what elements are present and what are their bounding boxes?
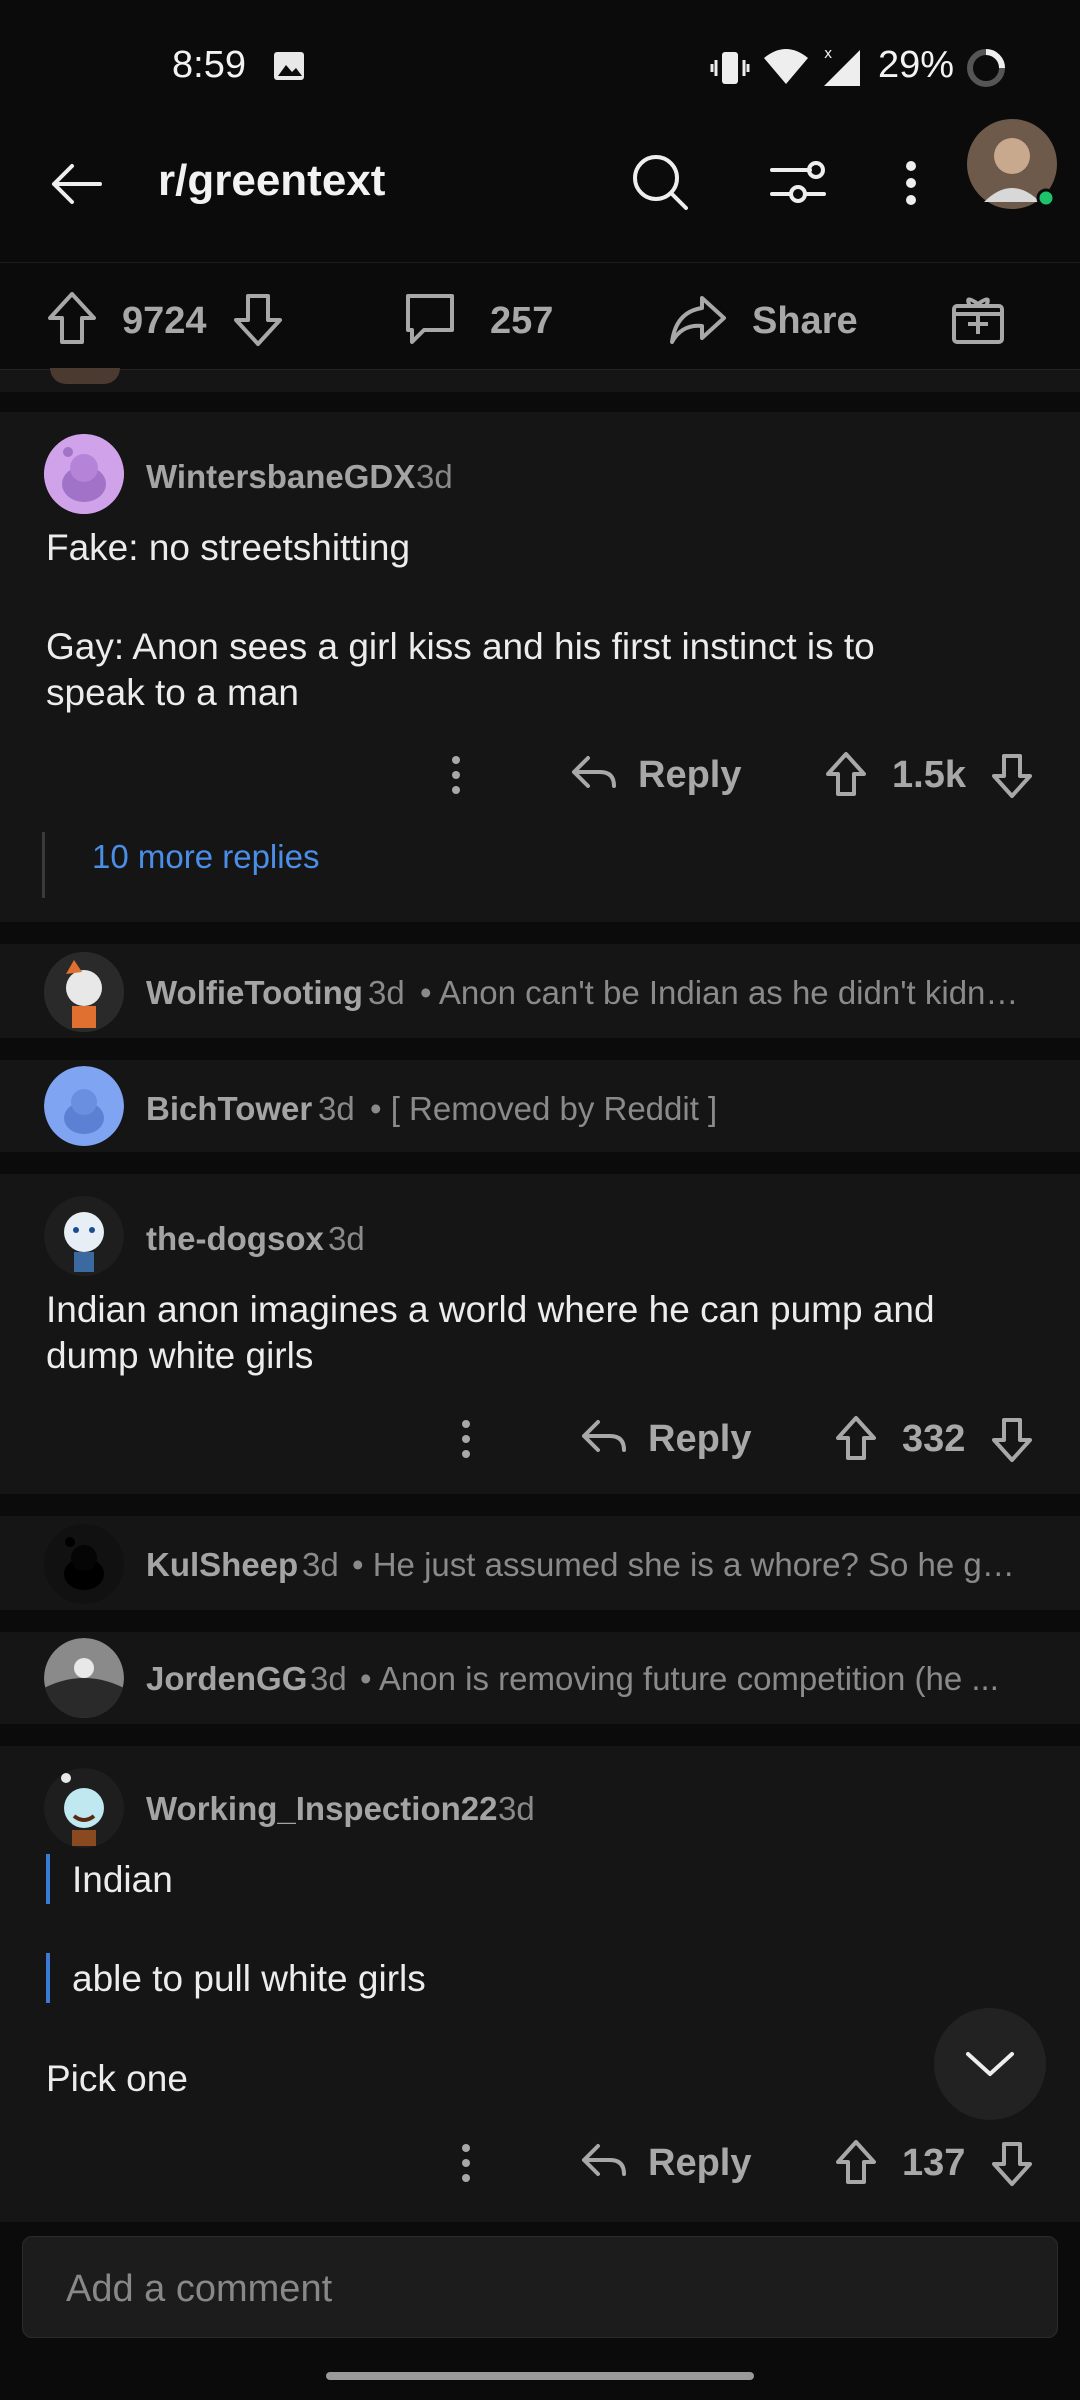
avatar[interactable] (44, 1066, 124, 1146)
comment-age: 3d (302, 1546, 339, 1583)
comment-text: Pick one (46, 2058, 188, 2099)
award-gift-icon[interactable] (950, 290, 1006, 346)
comment-text: dump white girls (46, 1335, 314, 1376)
sort-filter-icon[interactable] (768, 156, 828, 208)
post-score: 9724 (122, 300, 207, 342)
more-replies-link[interactable]: 10 more replies (92, 838, 319, 876)
upvote-icon[interactable] (834, 1414, 878, 1462)
comment-snippet: • Anon can't be Indian as he didn't kidn… (420, 974, 1032, 1011)
divider (0, 1610, 1080, 1632)
comment-count[interactable]: 257 (490, 300, 553, 343)
overflow-menu-icon[interactable] (898, 158, 924, 208)
previous-comment-edge (0, 370, 1080, 392)
comment-username[interactable]: BichTower (146, 1090, 312, 1128)
reply-icon[interactable] (580, 1416, 626, 1456)
comment-more-icon[interactable] (456, 2142, 476, 2184)
comment-more-icon[interactable] (446, 754, 466, 796)
comment-username[interactable]: KulSheep (146, 1546, 298, 1584)
upvote-icon[interactable] (834, 2138, 878, 2186)
reply-button[interactable]: Reply (638, 754, 741, 797)
avatar (50, 368, 120, 384)
divider (0, 1152, 1080, 1174)
comment-age: 3d (328, 1220, 365, 1257)
chevron-down-icon (962, 2044, 1018, 2084)
vibrate-icon (710, 48, 750, 88)
quote-text: Indian (72, 1859, 173, 1900)
comments-icon[interactable] (402, 292, 458, 346)
share-button[interactable]: Share (752, 300, 858, 343)
downvote-icon[interactable] (990, 1416, 1034, 1464)
add-comment-placeholder[interactable]: Add a comment (66, 2268, 332, 2311)
comment-age: 3d (416, 458, 453, 495)
comment-text: Fake: no streetshitting (46, 527, 411, 568)
comment-score: 137 (902, 2142, 966, 2184)
share-icon[interactable] (668, 292, 728, 346)
avatar[interactable] (44, 1196, 124, 1276)
comment-username[interactable]: the-dogsox (146, 1220, 324, 1258)
gallery-notification-icon (272, 50, 306, 82)
divider (0, 1038, 1080, 1060)
quote-text: able to pull white girls (72, 1958, 426, 1999)
scroll-next-button[interactable] (934, 2008, 1046, 2120)
subreddit-title[interactable]: r/greentext (158, 156, 385, 206)
comment-score: 1.5k (892, 754, 966, 796)
battery-icon (966, 48, 1006, 88)
comment-score: 332 (902, 1418, 966, 1460)
user-avatar[interactable] (966, 118, 1058, 210)
downvote-icon[interactable] (990, 2140, 1034, 2188)
svg-text:x: x (824, 46, 832, 62)
comment-snippet: • [ Removed by Reddit ] (370, 1090, 718, 1127)
comment-snippet: • Anon is removing future competition (h… (360, 1660, 999, 1697)
search-icon[interactable] (630, 152, 690, 212)
comment-age: 3d (318, 1090, 355, 1127)
downvote-icon[interactable] (990, 752, 1034, 800)
quote-bar (46, 1953, 50, 2003)
signal-icon: x (820, 44, 864, 88)
reply-button[interactable]: Reply (648, 1418, 751, 1461)
avatar[interactable] (44, 1524, 124, 1604)
divider (0, 392, 1080, 412)
reply-icon[interactable] (570, 752, 616, 792)
downvote-icon[interactable] (232, 292, 284, 348)
battery-percent: 29% (878, 44, 955, 86)
comment-age: 3d (498, 1790, 535, 1827)
comment-username[interactable]: WolfieTooting (146, 974, 363, 1012)
avatar[interactable] (44, 1638, 124, 1718)
divider (0, 1724, 1080, 1746)
status-time: 8:59 (172, 44, 246, 86)
quote-bar (46, 1854, 50, 1904)
comment-text: speak to a man (46, 672, 299, 713)
comment-username[interactable]: Working_Inspection22 (146, 1790, 497, 1828)
wifi-icon (762, 46, 810, 86)
comment-age: 3d (368, 974, 405, 1011)
comment-text: Indian anon imagines a world where he ca… (46, 1289, 935, 1330)
avatar[interactable] (44, 952, 124, 1032)
comment-more-icon[interactable] (456, 1418, 476, 1460)
comment-age: 3d (310, 1660, 347, 1697)
avatar[interactable] (44, 1768, 124, 1848)
divider (0, 1494, 1080, 1516)
avatar[interactable] (44, 434, 124, 514)
comment-username[interactable]: WintersbaneGDX (146, 458, 415, 496)
upvote-icon[interactable] (46, 290, 98, 346)
upvote-icon[interactable] (824, 750, 868, 798)
reply-button[interactable]: Reply (648, 2142, 751, 2185)
back-arrow-icon[interactable] (48, 160, 104, 208)
home-gesture-bar[interactable] (326, 2372, 754, 2380)
comment-snippet: • He just assumed she is a whore? So he … (352, 1546, 1032, 1583)
thread-line (42, 832, 45, 898)
divider (0, 922, 1080, 944)
comment-username[interactable]: JordenGG (146, 1660, 307, 1698)
reply-icon[interactable] (580, 2140, 626, 2180)
comment-text: Gay: Anon sees a girl kiss and his first… (46, 626, 875, 667)
